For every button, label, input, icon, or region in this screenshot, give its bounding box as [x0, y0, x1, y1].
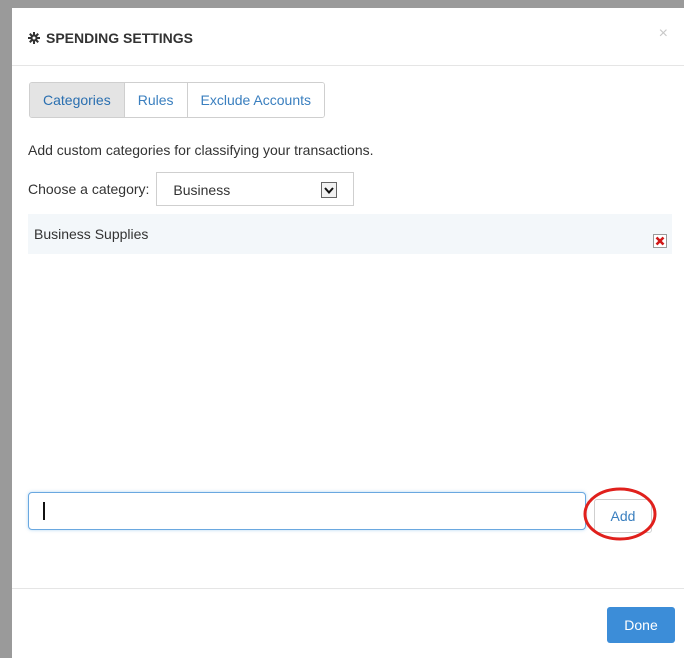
settings-tabs: Categories Rules Exclude Accounts — [29, 82, 326, 118]
tab-rules[interactable]: Rules — [123, 83, 187, 117]
modal-title-group: SPENDING SETTINGS — [28, 30, 193, 46]
chevron-down-icon — [321, 182, 338, 198]
category-select-value: Business — [173, 182, 231, 198]
gear-icon — [28, 32, 40, 44]
backdrop-strip-top — [0, 0, 684, 8]
modal-title: SPENDING SETTINGS — [46, 30, 194, 46]
modal-header: SPENDING SETTINGS × — [12, 8, 684, 66]
tab-exclude-accounts[interactable]: Exclude Accounts — [186, 83, 325, 117]
category-list: Business Supplies — [28, 214, 672, 254]
list-item: Business Supplies — [34, 226, 149, 242]
choose-category-row: Choose a category: Business — [28, 170, 355, 208]
remove-icon[interactable] — [653, 234, 667, 248]
footer-divider — [12, 588, 684, 589]
category-select[interactable]: Business — [156, 172, 355, 206]
categories-description: Add custom categories for classifying yo… — [28, 142, 374, 158]
done-button[interactable]: Done — [607, 607, 675, 643]
add-button[interactable]: Add — [594, 499, 652, 533]
text-caret — [43, 502, 45, 520]
close-icon[interactable]: × — [659, 26, 668, 42]
choose-category-label: Choose a category: — [28, 181, 150, 197]
spending-settings-modal: SPENDING SETTINGS × Categories Rules Exc… — [12, 8, 684, 658]
new-category-input[interactable] — [28, 492, 586, 530]
backdrop-strip-left — [0, 0, 12, 658]
tab-categories[interactable]: Categories — [30, 83, 124, 117]
